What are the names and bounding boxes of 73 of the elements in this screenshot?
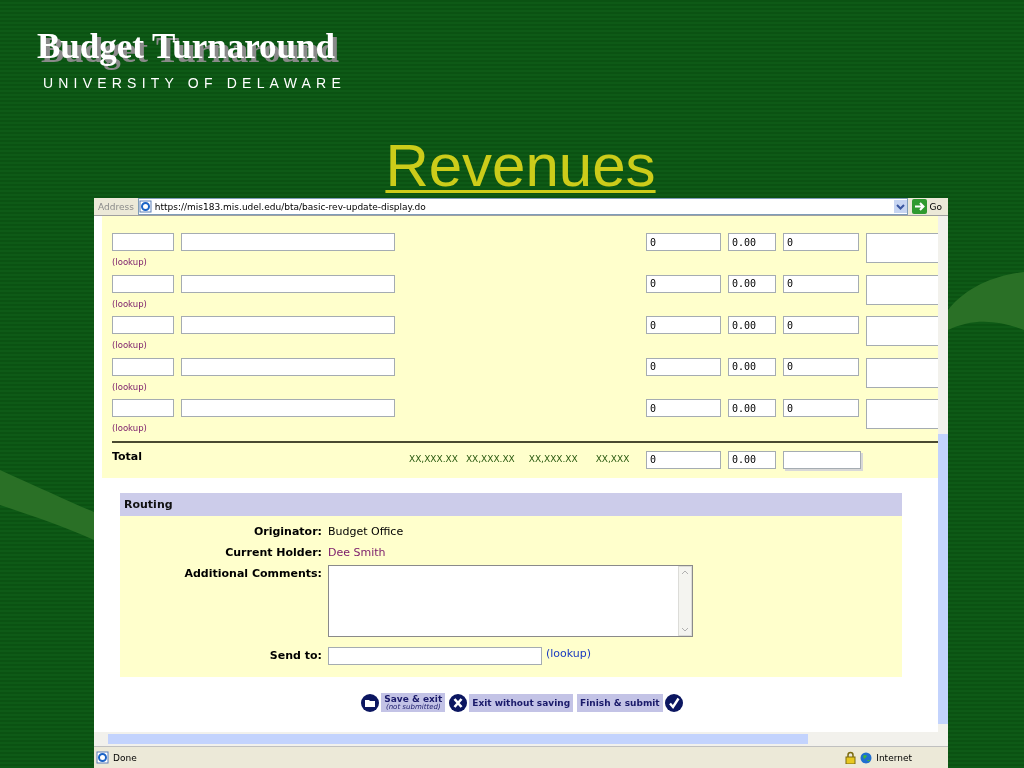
amount-field[interactable]: 0 <box>646 233 721 251</box>
total-figure: XX,XXX.XX <box>465 453 515 464</box>
dropdown-caret-icon <box>893 200 907 213</box>
code-field[interactable] <box>112 357 174 376</box>
notes-field[interactable] <box>866 399 938 429</box>
notes-field[interactable] <box>866 357 938 388</box>
address-field[interactable]: https://mis183.mis.udel.edu/bta/basic-rev-update-display.do <box>137 198 908 215</box>
code-field[interactable] <box>112 233 174 251</box>
go-button[interactable]: Go <box>907 199 948 214</box>
code-field[interactable] <box>112 274 174 293</box>
lock-icon <box>845 751 857 764</box>
description-field[interactable] <box>181 357 395 376</box>
amount-field[interactable]: 0 <box>783 316 859 334</box>
description-field[interactable] <box>181 399 395 417</box>
field-label: Originator: <box>252 524 322 540</box>
notes-field[interactable] <box>866 274 938 305</box>
field-label: Send to: <box>268 648 322 664</box>
lookup-link[interactable]: (lookup) <box>112 340 147 350</box>
amount-field[interactable]: 0 <box>646 274 721 293</box>
total-field[interactable]: 0.00 <box>728 450 776 469</box>
address-label: Address <box>97 201 135 212</box>
lookup-link[interactable]: (lookup) <box>112 381 147 392</box>
page-icon <box>96 751 109 764</box>
amount-field[interactable]: 0 <box>783 274 859 293</box>
field-value: Budget Office <box>328 524 404 540</box>
lookup-link[interactable]: (lookup) <box>112 298 147 309</box>
amount-field[interactable]: 0 <box>783 233 859 251</box>
amount-field[interactable]: 0.00 <box>728 233 776 251</box>
total-field[interactable] <box>783 450 861 469</box>
lookup-link[interactable]: (lookup) <box>112 423 147 433</box>
checkmark-icon <box>664 693 683 712</box>
notes-field[interactable] <box>866 233 938 263</box>
description-field[interactable] <box>181 233 395 251</box>
total-figure: XX,XXX.XX <box>528 453 578 464</box>
close-icon <box>449 693 468 712</box>
section-header: Routing <box>120 493 902 516</box>
send-to-field[interactable] <box>328 647 542 665</box>
field-label: Additional Comments: <box>183 566 322 582</box>
holder-link[interactable]: Dee Smith <box>328 544 386 561</box>
folder-icon <box>361 693 380 712</box>
amount-field[interactable]: 0.00 <box>728 316 776 334</box>
scrollbar-drawing <box>678 566 692 636</box>
comments-field[interactable] <box>328 565 693 637</box>
code-field[interactable] <box>112 316 174 334</box>
logo-subtitle: UNIVERSITY OF DELAWARE <box>43 75 346 91</box>
amount-field[interactable]: 0 <box>783 399 859 417</box>
zone-label: Internet <box>876 752 912 763</box>
total-field[interactable]: 0 <box>646 450 721 469</box>
vertical-scrollbar[interactable] <box>938 216 948 732</box>
amount-field[interactable]: 0.00 <box>728 399 776 417</box>
lookup-link[interactable]: (lookup) <box>112 257 147 267</box>
lookup-link[interactable]: (lookup) <box>546 644 592 662</box>
description-field[interactable] <box>181 316 395 334</box>
description-field[interactable] <box>181 274 395 293</box>
amount-field[interactable]: 0.00 <box>728 274 776 293</box>
amount-field[interactable]: 0 <box>783 357 859 376</box>
slide-title: Revenues <box>385 134 656 198</box>
amount-field[interactable]: 0.00 <box>728 357 776 376</box>
horizontal-scrollbar[interactable] <box>94 732 948 746</box>
amount-field[interactable]: 0 <box>646 357 721 376</box>
status-text: Done <box>113 752 137 763</box>
field-label: Current Holder: <box>224 545 322 561</box>
notes-field[interactable] <box>866 316 938 346</box>
amount-field[interactable]: 0 <box>646 316 721 334</box>
amount-field[interactable]: 0 <box>646 399 721 417</box>
arrow-right-icon <box>911 199 927 214</box>
total-label: Total <box>112 449 144 463</box>
page-icon <box>138 200 152 213</box>
logo-title: Budget Turnaround <box>37 28 335 66</box>
total-figure: XX,XXX.XX <box>409 453 458 464</box>
code-field[interactable] <box>112 399 174 417</box>
total-figure: XX,XXX <box>595 453 630 464</box>
globe-icon <box>860 751 873 764</box>
